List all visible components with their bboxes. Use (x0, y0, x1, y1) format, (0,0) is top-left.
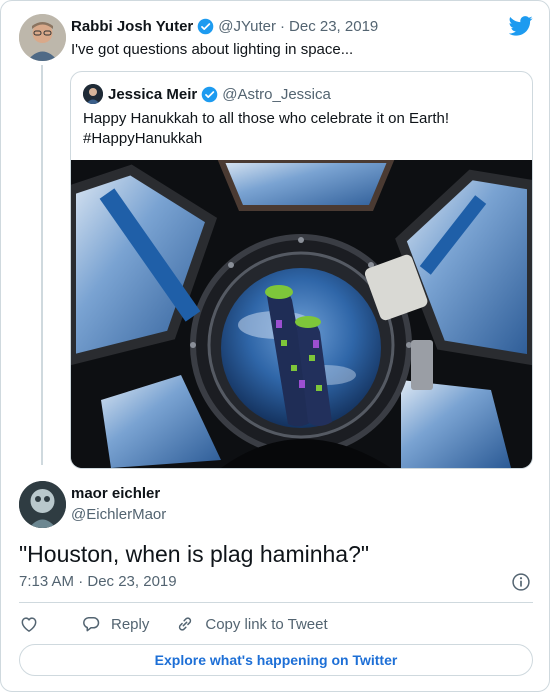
reply-timestamp[interactable]: 7:13 AM · Dec 23, 2019 (19, 573, 177, 590)
header-separator: · (280, 17, 286, 35)
quoted-tweet-text: Happy Hanukkah to all those who celebrat… (83, 109, 523, 149)
reply-button-label: Reply (111, 615, 150, 633)
info-icon[interactable] (511, 572, 531, 592)
author-handle[interactable]: @JYuter (218, 18, 276, 35)
heart-icon (21, 617, 37, 632)
verified-badge-icon (201, 86, 218, 102)
link-icon (179, 617, 192, 631)
avatar[interactable] (19, 14, 66, 61)
quoted-author-handle: @Astro_Jessica (222, 85, 331, 103)
verified-badge-icon (197, 18, 214, 34)
avatar[interactable] (19, 481, 66, 528)
reply-button[interactable]: Reply (81, 614, 149, 634)
author-name[interactable]: Rabbi Josh Yuter (71, 18, 193, 35)
tweet-date[interactable]: Dec 23, 2019 (289, 18, 378, 35)
quoted-tweet-header: Jessica Meir @Astro_Jessica (108, 84, 331, 104)
thread-connector-line (41, 65, 43, 465)
reply-author-name[interactable]: maor eichler (71, 485, 160, 502)
quoted-hashtag: #HappyHanukkah (83, 130, 203, 147)
parent-tweet-header: Rabbi Josh Yuter @JYuter · Dec 23, 2019 (71, 16, 378, 36)
reply-bubble-icon (83, 617, 100, 632)
quoted-tweet[interactable]: Jessica Meir @Astro_Jessica Happy Hanukk… (70, 71, 533, 469)
parent-tweet-text: I've got questions about lighting in spa… (71, 41, 354, 58)
tweet-actions: Reply Copy link to Tweet (19, 611, 328, 637)
like-button[interactable] (19, 614, 49, 634)
embedded-tweet-card: Rabbi Josh Yuter @JYuter · Dec 23, 2019 … (0, 0, 550, 692)
quoted-text-line: Happy Hanukkah to all those who celebrat… (83, 110, 450, 127)
reply-tweet-text: "Houston, when is plag haminha?" (19, 541, 370, 567)
avatar (83, 84, 103, 104)
cupola-window-photo[interactable] (71, 157, 532, 468)
copy-link-label: Copy link to Tweet (205, 615, 328, 633)
copy-link-button[interactable]: Copy link to Tweet (175, 614, 328, 634)
reply-author-handle[interactable]: @EichlerMaor (71, 506, 166, 523)
explore-twitter-button[interactable]: Explore what's happening on Twitter (19, 644, 533, 676)
twitter-bird-icon[interactable] (509, 16, 533, 36)
quoted-author-name: Jessica Meir (108, 85, 198, 103)
divider (19, 602, 533, 603)
